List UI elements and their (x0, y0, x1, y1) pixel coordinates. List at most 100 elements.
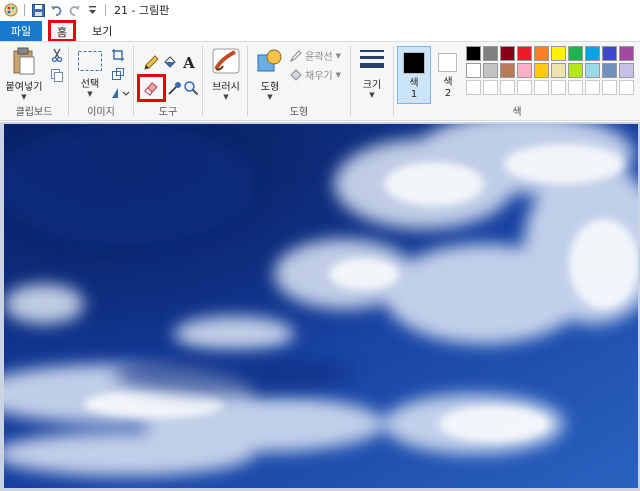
palette-color-swatch[interactable] (534, 63, 549, 78)
size-label: 크기 (362, 80, 382, 91)
tab-home[interactable]: 홈 (48, 20, 77, 42)
palette-color-swatch[interactable] (602, 46, 617, 61)
color-palette (466, 46, 640, 104)
quick-access-divider (24, 4, 25, 16)
outline-button[interactable]: 윤곽선 ▼ (290, 48, 341, 63)
tab-view[interactable]: 보기 (80, 21, 124, 41)
palette-color-swatch[interactable] (500, 46, 515, 61)
outline-label: 윤곽선 (305, 52, 333, 63)
colors-group: 색 1 색 2 색 (394, 42, 640, 120)
color1-button[interactable]: 색 1 (397, 46, 431, 104)
brushes-dropdown-icon: ▼ (223, 93, 229, 101)
custom-color-slot[interactable] (500, 80, 515, 95)
text-tool-icon[interactable]: A (180, 54, 198, 72)
palette-color-swatch[interactable] (466, 63, 481, 78)
fill-icon (290, 68, 302, 81)
shapes-group: 도형 ▼ 윤곽선 ▼ 채우기 ▼ 도형 (248, 42, 350, 120)
clipboard-group: 붙여넣기 ▼ 클립보드 (0, 42, 68, 120)
color2-button[interactable]: 색 2 (434, 50, 462, 104)
palette-color-swatch[interactable] (500, 63, 515, 78)
canvas-area (0, 122, 640, 491)
outline-dropdown-icon: ▼ (335, 51, 341, 60)
drawing-canvas[interactable] (4, 124, 638, 488)
select-button[interactable]: 선택 ▼ (75, 50, 105, 98)
colors-group-label: 색 (512, 107, 522, 118)
tools-group: A 도구 (134, 42, 202, 120)
paint-app-icon[interactable] (4, 3, 18, 17)
cut-icon[interactable] (48, 46, 66, 64)
crop-icon[interactable] (109, 46, 127, 64)
custom-color-slot[interactable] (619, 80, 634, 95)
palette-color-swatch[interactable] (619, 63, 634, 78)
title-bar: 21 - 그림판 (0, 0, 640, 20)
palette-color-swatch[interactable] (619, 46, 634, 61)
palette-color-swatch[interactable] (568, 46, 583, 61)
select-icon (78, 51, 102, 71)
shapes-button[interactable]: 도형 ▼ (252, 47, 288, 101)
window-title: 21 - 그림판 (114, 4, 170, 17)
palette-color-swatch[interactable] (585, 63, 600, 78)
palette-color-swatch[interactable] (551, 46, 566, 61)
palette-color-swatch[interactable] (585, 46, 600, 61)
color1-label: 색 1 (398, 78, 430, 100)
palette-color-swatch[interactable] (517, 46, 532, 61)
custom-color-slot[interactable] (568, 80, 583, 95)
paste-button[interactable]: 붙여넣기 ▼ (4, 47, 44, 101)
clipboard-group-label: 클립보드 (15, 107, 53, 118)
custom-color-slot[interactable] (551, 80, 566, 95)
color2-label-line1: 색 (443, 77, 453, 88)
fill-bucket-icon[interactable] (161, 54, 179, 72)
rotate-icon[interactable] (109, 84, 131, 102)
palette-color-swatch[interactable] (568, 63, 583, 78)
redo-icon[interactable] (67, 3, 81, 17)
tools-group-label: 도구 (158, 107, 178, 118)
color1-label-line1: 색 (409, 78, 419, 89)
tab-home-label: 홈 (57, 25, 68, 39)
custom-color-slot[interactable] (602, 80, 617, 95)
palette-color-swatch[interactable] (534, 46, 549, 61)
ribbon: 붙여넣기 ▼ 클립보드 선택 ▼ 이미지 A 도구 브러시 ▼ 도형 ▼ 윤곽선… (0, 41, 640, 121)
select-dropdown-icon: ▼ (87, 90, 93, 98)
palette-color-swatch[interactable] (483, 46, 498, 61)
shapes-group-label: 도형 (289, 107, 309, 118)
paste-icon (13, 47, 35, 75)
custom-color-slot[interactable] (517, 80, 532, 95)
color1-label-line2: 1 (410, 89, 418, 100)
shapes-icon (257, 49, 282, 72)
customize-quick-access-icon[interactable] (85, 3, 99, 17)
size-dropdown-icon: ▼ (369, 91, 375, 99)
image-group-label: 이미지 (87, 107, 115, 118)
custom-color-slot[interactable] (483, 80, 498, 95)
custom-color-slot[interactable] (534, 80, 549, 95)
brushes-button[interactable]: 브러시 ▼ (208, 47, 244, 101)
resize-icon[interactable] (109, 65, 127, 83)
paste-dropdown-icon: ▼ (21, 93, 27, 101)
tab-file[interactable]: 파일 (0, 21, 42, 41)
magnifier-icon[interactable] (182, 79, 200, 97)
ribbon-tabs: 파일 홈 보기 (0, 20, 640, 42)
brushes-group: 브러시 ▼ (203, 42, 247, 120)
paste-label: 붙여넣기 (5, 82, 43, 93)
custom-color-slot[interactable] (585, 80, 600, 95)
custom-color-slot[interactable] (466, 80, 481, 95)
palette-color-swatch[interactable] (517, 63, 532, 78)
paint-window: 21 - 그림판 파일 홈 보기 붙여넣기 ▼ 클립보드 선택 ▼ 이미지 A … (0, 0, 640, 491)
shapes-dropdown-icon: ▼ (267, 93, 273, 101)
color2-swatch (438, 53, 457, 72)
sky-clouds-image (4, 124, 638, 488)
copy-icon[interactable] (48, 66, 66, 84)
color2-label: 색 2 (434, 77, 462, 99)
palette-color-swatch[interactable] (483, 63, 498, 78)
palette-color-swatch[interactable] (602, 63, 617, 78)
save-icon[interactable] (31, 3, 45, 17)
palette-color-swatch[interactable] (466, 46, 481, 61)
select-label: 선택 (80, 79, 100, 90)
palette-color-swatch[interactable] (551, 63, 566, 78)
fill-button[interactable]: 채우기 ▼ (290, 67, 341, 82)
brush-icon (212, 48, 240, 74)
pencil-icon[interactable] (142, 54, 160, 72)
size-group: 크기 ▼ (351, 42, 393, 120)
size-button[interactable]: 크기 ▼ (356, 47, 388, 99)
image-group: 선택 ▼ 이미지 (69, 42, 133, 120)
undo-icon[interactable] (49, 3, 63, 17)
